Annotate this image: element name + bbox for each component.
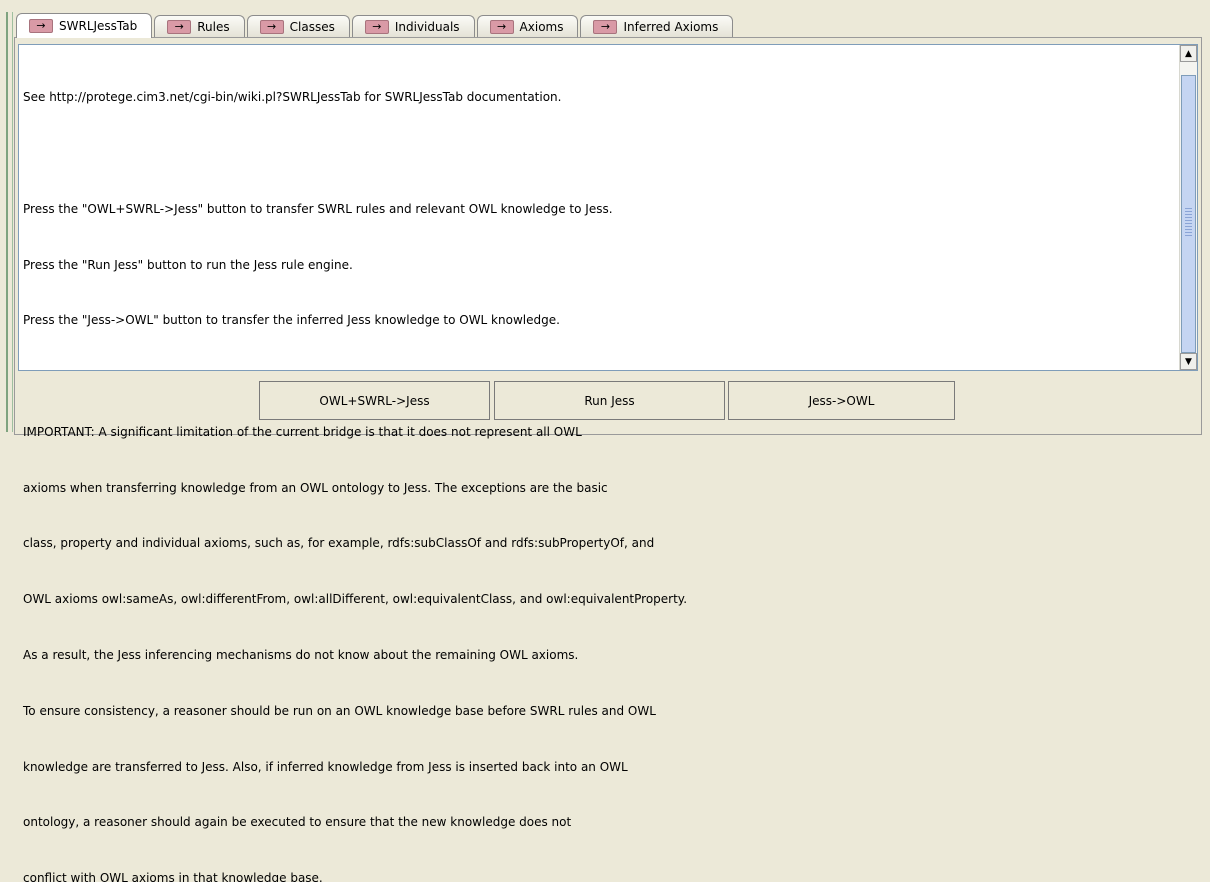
tab-label: Axioms — [519, 19, 564, 34]
tab-individuals[interactable]: → Individuals — [351, 15, 475, 37]
left-border-inner — [12, 12, 13, 432]
owl-swrl-to-jess-button[interactable]: OWL+SWRL->Jess — [259, 381, 490, 420]
tab-label: Inferred Axioms — [623, 19, 719, 34]
tab-label: SWRLJessTab — [59, 19, 138, 33]
documentation-text-area[interactable]: See http://protege.cim3.net/cgi-bin/wiki… — [18, 44, 1198, 882]
jess-to-owl-button[interactable]: Jess->OWL — [728, 381, 955, 420]
top-strip — [0, 0, 1210, 10]
arrow-right-icon: → — [167, 19, 192, 34]
doc-line: Press the "Run Jess" button to run the J… — [23, 257, 353, 272]
tab-label: Rules — [197, 19, 230, 34]
tab-bar: → SWRLJessTab → Rules → Classes → Indivi… — [16, 13, 735, 38]
doc-line: See http://protege.cim3.net/cgi-bin/wiki… — [23, 90, 562, 105]
doc-line: ontology, a reasoner should again be exe… — [23, 815, 572, 830]
grip-icon — [1185, 206, 1192, 236]
vertical-scrollbar[interactable]: ▲ ▼ — [1179, 45, 1197, 370]
tab-inferred-axioms[interactable]: → Inferred Axioms — [580, 15, 734, 37]
arrow-right-icon: → — [593, 19, 618, 34]
tab-label: Individuals — [394, 19, 460, 34]
tab-label: Classes — [289, 19, 335, 34]
tab-axioms[interactable]: → Axioms — [476, 15, 579, 37]
doc-line: To ensure consistency, a reasoner should… — [23, 703, 656, 718]
tab-classes[interactable]: → Classes — [246, 15, 350, 37]
doc-line: axioms when transferring knowledge from … — [23, 480, 608, 495]
doc-line: IMPORTANT: A significant limitation of t… — [23, 424, 582, 439]
scroll-down-button[interactable]: ▼ — [1180, 353, 1197, 370]
doc-line: class, property and individual axioms, s… — [23, 536, 655, 551]
tab-swrljesstab[interactable]: → SWRLJessTab — [16, 13, 153, 38]
arrow-right-icon: → — [489, 19, 514, 34]
doc-line: As a result, the Jess inferencing mechan… — [23, 648, 579, 662]
arrow-right-icon: → — [364, 19, 389, 34]
run-jess-button[interactable]: Run Jess — [494, 381, 725, 420]
left-border — [6, 12, 8, 432]
arrow-right-icon: → — [259, 19, 284, 34]
scroll-thumb[interactable] — [1181, 75, 1196, 353]
tab-rules[interactable]: → Rules — [154, 15, 245, 37]
doc-line: knowledge are transferred to Jess. Also,… — [23, 759, 628, 774]
doc-line: OWL axioms owl:sameAs, owl:differentFrom… — [23, 592, 688, 607]
scroll-up-button[interactable]: ▲ — [1180, 45, 1197, 62]
doc-line — [23, 144, 1171, 163]
arrow-right-icon: → — [29, 19, 53, 33]
doc-line: Press the "Jess->OWL" button to transfer… — [23, 313, 560, 328]
doc-line: Press the "OWL+SWRL->Jess" button to tra… — [23, 201, 613, 216]
doc-line: conflict with OWL axioms in that knowled… — [23, 871, 323, 882]
documentation-text: See http://protege.cim3.net/cgi-bin/wiki… — [23, 51, 1171, 882]
